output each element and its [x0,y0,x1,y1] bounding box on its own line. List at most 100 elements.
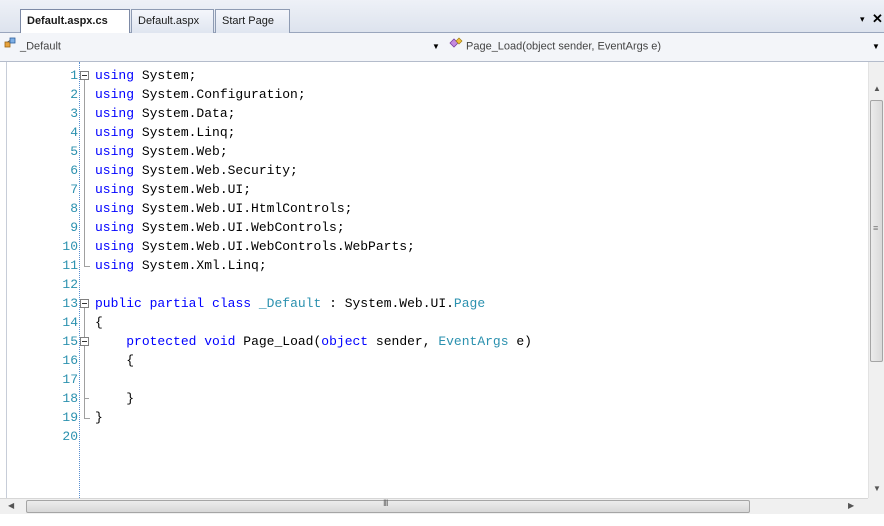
tab-default-aspx[interactable]: Default.aspx [131,9,214,33]
outline-guide [84,104,85,123]
line-number: 20 [62,429,78,444]
code-line[interactable]: 8 using System.Web.UI.HtmlControls; [0,199,860,218]
line-number: 3 [70,106,78,121]
keyword-token: class [212,296,252,311]
code-line[interactable]: 3 using System.Data; [0,104,860,123]
code-token: : System.Web.UI. [321,296,454,311]
code-text: using System.Web.UI; [95,180,251,199]
type-dropdown-value: _Default [20,40,61,53]
tab-default-aspx-cs[interactable]: Default.aspx.cs [20,9,130,34]
code-token: System.Web.UI; [134,182,252,197]
chevron-down-icon[interactable]: ▼ [872,37,880,56]
code-line[interactable]: 10 using System.Web.UI.WebControls.WebPar… [0,237,860,256]
region-end-marker [84,408,90,419]
code-token: System.Web.UI.WebControls.WebParts; [134,239,415,254]
collapse-region-icon[interactable] [80,337,89,346]
code-line[interactable]: 14 { [0,313,860,332]
region-end-marker [84,398,89,399]
scroll-down-icon[interactable]: ▼ [873,484,881,493]
outline-guide [84,199,85,218]
code-text: using System.Data; [95,104,235,123]
code-line[interactable]: 17 [0,370,860,389]
code-line[interactable]: 1 using System; [0,66,860,85]
scroll-up-icon[interactable]: ▲ [873,84,881,93]
tab-list-dropdown-icon[interactable]: ▾ [860,14,865,25]
code-token: System.Configuration; [134,87,306,102]
vertical-scroll-thumb[interactable]: ≡ [870,100,883,362]
outline-guide [84,313,85,332]
code-line[interactable]: 4 using System.Linq; [0,123,860,142]
scroll-right-icon[interactable]: ▶ [848,501,854,510]
keyword-token: using [95,201,135,216]
line-number: 9 [70,220,78,235]
code-line[interactable]: 11 using System.Xml.Linq; [0,256,860,275]
code-text: { [95,313,103,332]
code-line[interactable]: 9 using System.Web.UI.WebControls; [0,218,860,237]
type-token: _Default [258,296,322,311]
bottom-strip [0,514,884,526]
code-text: using System.Linq; [95,123,235,142]
code-text: } [95,389,134,408]
code-line[interactable]: 15 protected void Page_Load(object sende… [0,332,860,351]
keyword-token: using [95,239,135,254]
code-text: using System.Web.UI.WebControls.WebParts… [95,237,415,256]
keyword-token: using [95,220,135,235]
keyword-token: using [95,258,135,273]
line-number: 11 [62,258,78,273]
outline-guide [84,351,85,370]
type-token: Page [453,296,486,311]
grip-icon: ≡ [873,223,879,233]
code-token: { [95,315,103,330]
grip-icon: III [383,498,388,508]
line-number: 8 [70,201,78,216]
code-text: using System; [95,66,196,85]
code-line[interactable]: 2 using System.Configuration; [0,85,860,104]
horizontal-scroll-thumb[interactable]: III [26,498,750,513]
code-token: Page_Load( [235,334,322,349]
code-line[interactable]: 7 using System.Web.UI; [0,180,860,199]
horizontal-scrollbar[interactable]: ◀ III ▶ [0,498,868,514]
collapse-region-icon[interactable] [80,299,89,308]
code-token: sender, [368,334,439,349]
keyword-token: using [95,68,135,83]
outline-guide [84,237,85,256]
keyword-token: public [95,296,142,311]
code-token: System.Web.Security; [134,163,298,178]
code-text: using System.Web.UI.HtmlControls; [95,199,352,218]
code-line[interactable]: 5 using System.Web; [0,142,860,161]
code-line[interactable]: 12 [0,275,860,294]
code-line[interactable]: 6 using System.Web.Security; [0,161,860,180]
line-number: 6 [70,163,78,178]
tab-start-page[interactable]: Start Page [215,9,290,33]
code-line[interactable]: 16 { [0,351,860,370]
code-line[interactable]: 13 public partial class _Default : System… [0,294,860,313]
code-text: using System.Web.Security; [95,161,298,180]
scroll-left-icon[interactable]: ◀ [8,501,14,510]
member-dropdown[interactable]: Page_Load(object sender, EventArgs e) ▼ [448,37,884,57]
line-number: 18 [62,391,78,406]
collapse-region-icon[interactable] [80,71,89,80]
close-document-icon[interactable]: ✕ [872,11,883,27]
line-number: 10 [62,239,78,254]
code-text: using System.Web.UI.WebControls; [95,218,345,237]
class-icon [4,37,18,56]
code-text: { [95,351,134,370]
code-line[interactable]: 19} [0,408,860,427]
chevron-down-icon[interactable]: ▼ [432,37,440,56]
outline-guide [84,370,85,389]
keyword-token: using [95,182,135,197]
type-dropdown[interactable]: _Default ▼ [4,37,444,57]
line-number: 4 [70,125,78,140]
code-line[interactable]: 18 } [0,389,860,408]
vertical-scrollbar[interactable]: ▲ ≡ ▼ [868,62,884,498]
code-token: System.Linq; [134,125,236,140]
outline-guide [84,180,85,199]
line-number: 1 [70,68,78,83]
outline-guide [84,161,85,180]
code-text: } [95,408,103,427]
code-line[interactable]: 20 [0,427,860,446]
keyword-token: using [95,87,135,102]
document-tab-strip: Default.aspx.cs Default.aspx Start Page … [0,0,884,34]
